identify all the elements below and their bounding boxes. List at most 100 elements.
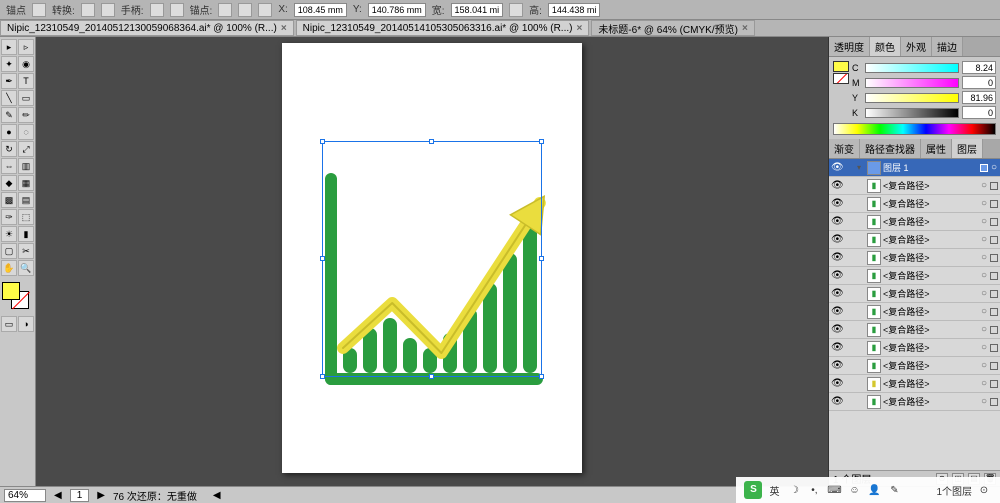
transform-icon-1[interactable] [81,3,95,17]
type-tool[interactable]: T [18,73,34,89]
page-prev-icon[interactable]: ◀ [54,490,62,501]
target-icon[interactable]: ○ [980,396,988,407]
rect-tool[interactable]: ▭ [18,90,34,106]
target-icon[interactable]: ○ [980,306,988,317]
eye-icon[interactable]: 👁 [831,234,843,246]
item-name[interactable]: <复合路径> [883,305,978,318]
target-icon[interactable]: ○ [980,288,988,299]
tab-close-icon[interactable]: × [281,23,287,34]
target-icon[interactable]: ○ [990,162,998,173]
canvas-area[interactable] [36,37,828,486]
zoom-tool[interactable]: 🔍 [18,260,34,276]
blend-tool[interactable]: ⬚ [18,209,34,225]
mesh-tool[interactable]: ▩ [1,192,17,208]
draw-mode-icon[interactable]: ◑ [18,316,34,332]
target-icon[interactable]: ○ [980,234,988,245]
tab-close-icon[interactable]: × [576,23,582,34]
layer-item[interactable]: 👁▮<复合路径>○ [829,249,1000,267]
line-tool[interactable]: ╲ [1,90,17,106]
item-name[interactable]: <复合路径> [883,359,978,372]
selection-indicator[interactable] [990,398,998,406]
item-name[interactable]: <复合路径> [883,377,978,390]
eye-icon[interactable]: 👁 [831,360,843,372]
gradient-tool[interactable]: ▤ [18,192,34,208]
slider-K[interactable] [865,108,959,118]
handle-icon-1[interactable] [150,3,164,17]
brush-tool[interactable]: ✎ [1,107,17,123]
selection-indicator[interactable] [990,344,998,352]
layer-item[interactable]: 👁▮<复合路径>○ [829,393,1000,411]
layers-tab-1[interactable]: 路径查找器 [860,139,921,158]
hand-tool[interactable]: ✋ [1,260,17,276]
scale-tool[interactable]: ⤢ [18,141,34,157]
pen-tool[interactable]: ✒ [1,73,17,89]
ime-person-icon[interactable]: 👤 [866,482,882,498]
document-tab-1[interactable]: Nipic_12310549_20140514105305063316.ai* … [296,20,590,36]
x-input[interactable]: 108.45 mm [294,3,347,17]
slider-value-Y[interactable] [962,91,996,104]
y-input[interactable]: 140.786 mm [368,3,426,17]
layers-tab-2[interactable]: 属性 [921,139,952,158]
selection-indicator[interactable] [990,218,998,226]
item-name[interactable]: <复合路径> [883,179,978,192]
item-name[interactable]: <复合路径> [883,287,978,300]
chart-artwork[interactable] [282,43,582,473]
ime-settings-icon[interactable]: ✎ [886,482,902,498]
disclosure-icon[interactable]: ▾ [857,163,865,172]
eye-icon[interactable]: 👁 [831,306,843,318]
target-icon[interactable]: ○ [980,216,988,227]
slider-value-M[interactable] [962,76,996,89]
taskbar-search-icon[interactable]: ⊙ [976,482,992,498]
selection-indicator[interactable] [990,380,998,388]
target-icon[interactable]: ○ [980,252,988,263]
wand-tool[interactable]: ✦ [1,56,17,72]
layer-item[interactable]: 👁▮<复合路径>○ [829,267,1000,285]
selection-indicator[interactable] [990,200,998,208]
color-tab-0[interactable]: 透明度 [829,37,870,56]
layer-item[interactable]: 👁▮<复合路径>○ [829,177,1000,195]
eye-icon[interactable]: 👁 [831,378,843,390]
target-icon[interactable]: ○ [980,324,988,335]
crop-icon[interactable] [258,3,272,17]
tab-close-icon[interactable]: × [742,23,748,34]
scroll-left-icon[interactable]: ◀ [213,490,221,501]
item-name[interactable]: <复合路径> [883,395,978,408]
selection-indicator[interactable] [990,326,998,334]
eye-icon[interactable]: 👁 [831,270,843,282]
eye-icon[interactable]: 👁 [831,342,843,354]
color-tab-2[interactable]: 外观 [901,37,932,56]
eye-icon[interactable]: 👁 [831,396,843,408]
target-icon[interactable]: ○ [980,360,988,371]
shape-tool[interactable]: ◆ [1,175,17,191]
ime-lang[interactable]: 英 [766,482,782,498]
screen-mode-icon[interactable]: ▭ [1,316,17,332]
item-name[interactable]: <复合路径> [883,251,978,264]
color-swatch-pair[interactable] [833,61,849,121]
layer-item[interactable]: 👁▮<复合路径>○ [829,231,1000,249]
anchor2-icon-2[interactable] [238,3,252,17]
color-tab-3[interactable]: 描边 [932,37,963,56]
blob-tool[interactable]: ● [1,124,17,140]
perspective-tool[interactable]: ▦ [18,175,34,191]
selection-indicator[interactable] [990,290,998,298]
selection-indicator[interactable] [980,164,988,172]
eyedrop-tool[interactable]: ✑ [1,209,17,225]
selection-indicator[interactable] [990,272,998,280]
anchor2-icon-1[interactable] [218,3,232,17]
layer-item[interactable]: 👁▮<复合路径>○ [829,303,1000,321]
eraser-tool[interactable]: ◌ [18,124,34,140]
eye-icon[interactable]: 👁 [831,288,843,300]
item-name[interactable]: <复合路径> [883,197,978,210]
selection-indicator[interactable] [990,362,998,370]
handle-icon-2[interactable] [170,3,184,17]
color-tab-1[interactable]: 颜色 [870,37,901,56]
ime-keyboard-icon[interactable]: ⌨ [826,482,842,498]
zoom-input[interactable]: 64% [4,489,46,502]
layer-item[interactable]: 👁▮<复合路径>○ [829,357,1000,375]
layer-item[interactable]: 👁▮<复合路径>○ [829,375,1000,393]
h-input[interactable]: 144.438 mi [548,3,601,17]
layers-list[interactable]: 👁▾图层 1○👁▮<复合路径>○👁▮<复合路径>○👁▮<复合路径>○👁▮<复合路… [829,159,1000,470]
page-input[interactable]: 1 [70,489,90,502]
slider-value-C[interactable] [962,61,996,74]
ime-moon-icon[interactable]: ☽ [786,482,802,498]
